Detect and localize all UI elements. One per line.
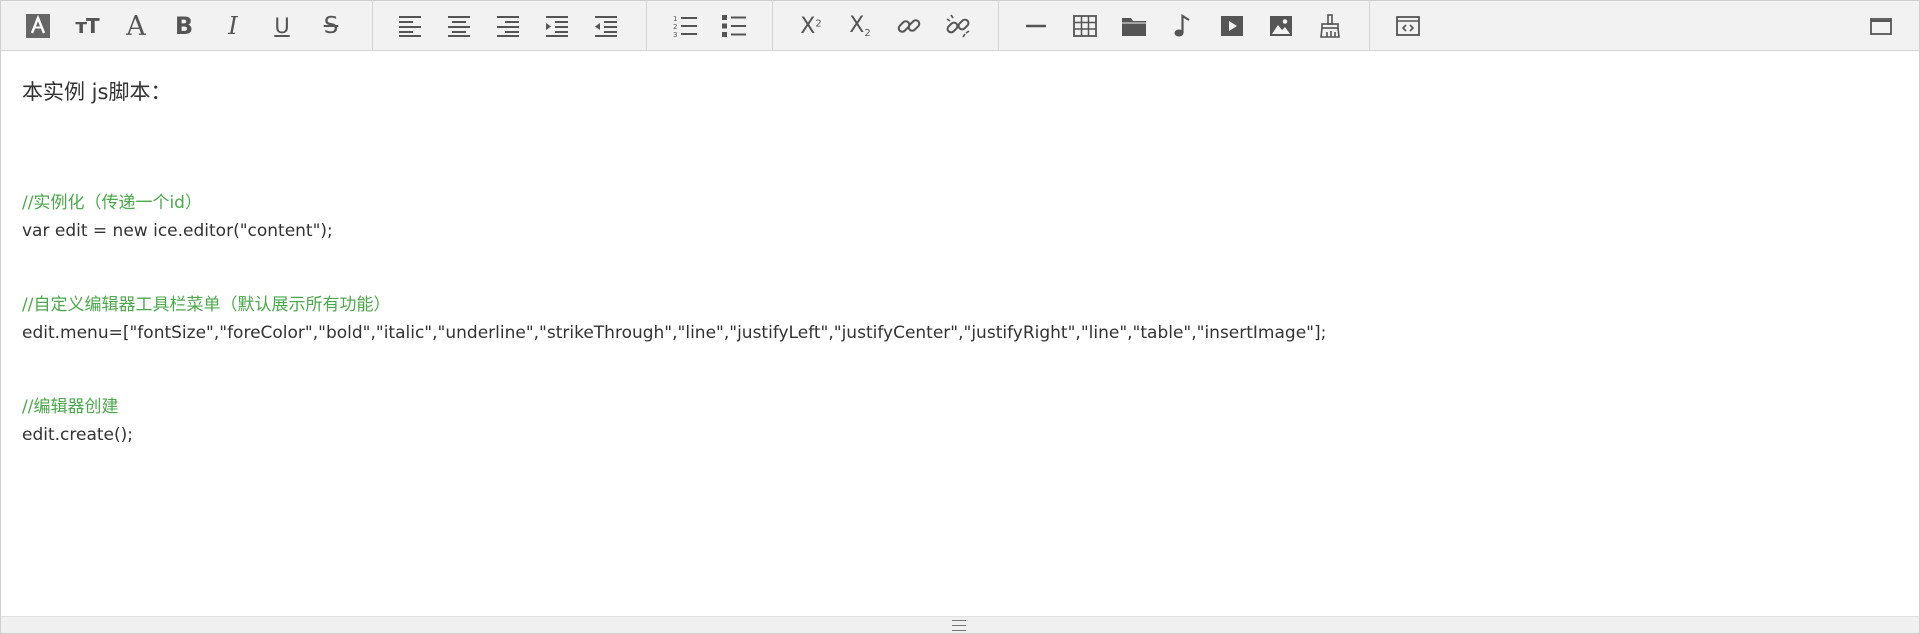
align-left-icon [399,16,421,37]
indent-icon [546,16,568,37]
unlink-button[interactable] [941,9,975,43]
toolbar-separator [772,1,773,50]
underline-icon: U [274,14,290,38]
font-color-icon [26,14,50,38]
bold-button[interactable]: B [167,9,201,43]
subscript-x: X [849,12,865,38]
video-button[interactable] [1215,9,1249,43]
outdent-icon [595,16,617,37]
code-comment-line: //自定义编辑器工具栏菜单（默认展示所有功能） [22,295,391,315]
align-center-button[interactable] [442,9,476,43]
outdent-button[interactable] [589,9,623,43]
svg-text:3: 3 [673,31,677,39]
italic-button[interactable]: I [216,9,250,43]
clear-format-icon [1320,14,1340,38]
clear-format-button[interactable] [1313,9,1347,43]
fullscreen-icon [1870,18,1892,35]
subscript-digit: 2 [864,28,871,40]
code-comment-line: //编辑器创建 [22,397,119,417]
bold-icon: B [174,12,194,40]
strikethrough-button[interactable]: S [314,9,348,43]
unlink-icon [946,14,970,38]
folder-button[interactable] [1117,9,1151,43]
link-icon [897,19,921,33]
music-icon [1174,14,1190,37]
music-button[interactable] [1166,9,1200,43]
folder-icon [1122,18,1146,36]
font-size-button[interactable]: тT [70,9,104,43]
image-button[interactable] [1264,9,1298,43]
code-line: var edit = new ice.editor("content"); [22,221,333,241]
resize-handle-icon[interactable] [952,620,966,631]
svg-text:1: 1 [673,15,677,23]
italic-icon: I [228,12,238,40]
table-button[interactable] [1068,9,1102,43]
code-comment-line: //实例化（传递一个id） [22,193,202,213]
ordered-list-button[interactable]: 1 2 3 [668,9,702,43]
subscript-button[interactable]: X2 [843,9,877,43]
code-line: edit.create(); [22,425,133,445]
image-icon [1270,16,1292,36]
underline-button[interactable]: U [265,9,299,43]
source-code-button[interactable] [1391,9,1425,43]
ordered-list-icon: 1 2 3 [673,15,697,39]
content-heading: 本实例 js脚本： [22,80,172,104]
superscript-x: X [800,13,816,39]
table-icon [1073,15,1097,37]
svg-text:2: 2 [673,23,677,31]
editor-statusbar [1,616,1919,633]
superscript-digit: 2 [815,18,822,30]
align-right-icon [497,16,519,37]
fullscreen-button[interactable] [1864,9,1898,43]
unordered-list-icon [722,15,746,37]
toolbar-separator [998,1,999,50]
video-icon [1221,16,1243,36]
align-right-button[interactable] [491,9,525,43]
editor-content-area[interactable]: 本实例 js脚本： //实例化（传递一个id） var edit = new i… [1,51,1919,618]
font-family-button[interactable]: A [119,9,153,43]
toolbar-separator [1369,1,1370,50]
link-button[interactable] [892,9,926,43]
horizontal-line-button[interactable] [1019,9,1053,43]
toolbar-separator [372,1,373,50]
align-center-icon [448,16,470,37]
superscript-icon: X2 [800,14,821,39]
source-code-icon [1396,16,1420,36]
align-left-button[interactable] [393,9,427,43]
font-family-icon: A [126,10,146,42]
font-color-button[interactable] [21,9,55,43]
superscript-button[interactable]: X2 [794,9,828,43]
font-size-icon: тT [75,14,99,38]
editor-toolbar: тT A B I U S 1 2 3 X2 X2 [1,1,1919,51]
horizontal-line-icon [1026,24,1046,28]
unordered-list-button[interactable] [717,9,751,43]
toolbar-separator [646,1,647,50]
subscript-icon: X2 [849,13,870,39]
indent-button[interactable] [540,9,574,43]
code-line: edit.menu=["fontSize","foreColor","bold"… [22,323,1327,343]
rich-text-editor: тT A B I U S 1 2 3 X2 X2 本实例 js脚本： //实例化… [0,0,1920,634]
strikethrough-icon: S [323,13,339,39]
